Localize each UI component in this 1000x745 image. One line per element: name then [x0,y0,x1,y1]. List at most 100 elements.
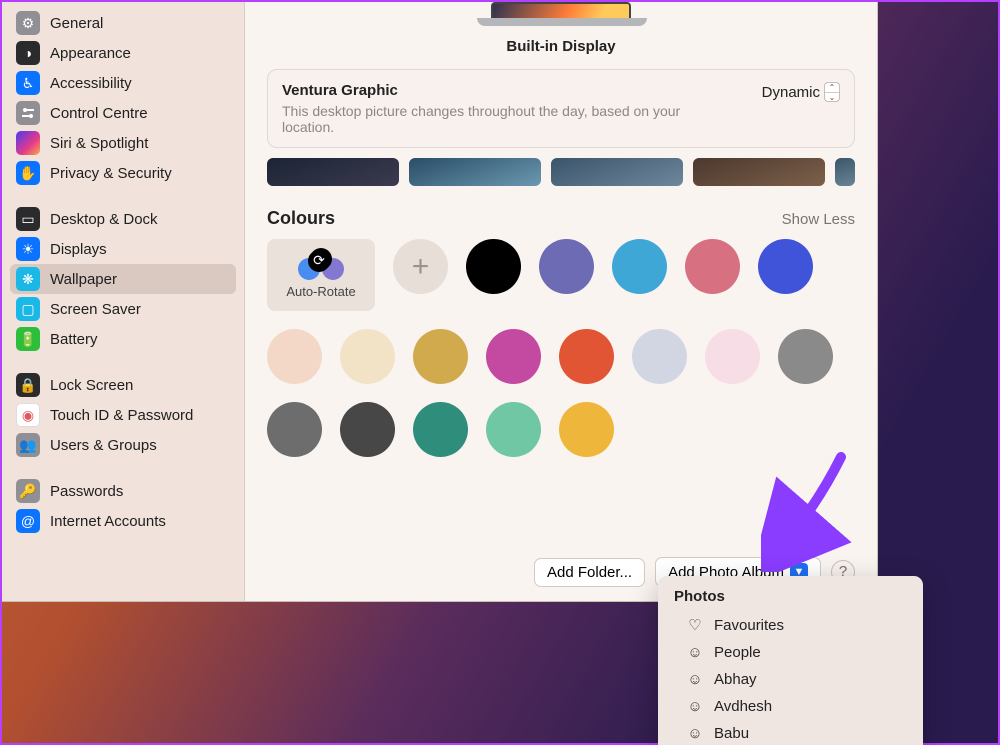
key-icon: 🔑 [16,479,40,503]
users-icon: 👥 [16,433,40,457]
colour-swatch[interactable] [340,402,395,457]
sidebar-item-desktop-dock[interactable]: ▭ Desktop & Dock [10,204,236,234]
section-title-colours: Colours [267,208,335,229]
colour-swatch[interactable] [632,329,687,384]
sidebar-item-label: Wallpaper [50,271,117,288]
display-preview [267,2,855,26]
add-folder-button[interactable]: Add Folder... [534,558,645,587]
colour-swatch[interactable] [705,329,760,384]
wallpaper-thumb[interactable] [409,158,541,186]
colour-swatch[interactable] [758,239,813,294]
gear-icon: ⚙ [16,11,40,35]
sidebar-item-label: Touch ID & Password [50,407,193,424]
sidebar-item-general[interactable]: ⚙ General [10,8,236,38]
menu-item-abhay[interactable]: ☺ Abhay [662,666,919,693]
auto-rotate-icon: ⟳ [308,250,330,272]
sidebar-item-label: Internet Accounts [50,513,166,530]
sidebar-item-internet-accounts[interactable]: @ Internet Accounts [10,506,236,536]
wallpaper-description: This desktop picture changes throughout … [282,103,682,135]
wallpaper-icon: ❋ [16,267,40,291]
dynamic-thumbnails [267,158,855,186]
sidebar-item-label: Control Centre [50,105,148,122]
current-wallpaper-box: Ventura Graphic This desktop picture cha… [267,69,855,148]
sidebar-item-label: Passwords [50,483,123,500]
colours-grid: ⟳ Auto-Rotate + [267,239,855,457]
sidebar-item-appearance[interactable]: ◑ Appearance [10,38,236,68]
colour-swatch[interactable] [466,239,521,294]
person-icon: ☺ [686,725,704,742]
sidebar-item-label: Appearance [50,45,131,62]
fingerprint-icon: ◉ [16,403,40,427]
colour-swatch[interactable] [559,402,614,457]
add-colour-button[interactable]: + [393,239,448,294]
sidebar-item-control-centre[interactable]: Control Centre [10,98,236,128]
colour-swatch[interactable] [413,329,468,384]
menu-item-babu[interactable]: ☺ Babu [662,720,919,745]
battery-icon: 🔋 [16,327,40,351]
person-icon: ☺ [686,671,704,688]
sidebar: ⚙ General ◑ Appearance ♿︎ Accessibility … [2,2,245,601]
colour-swatch[interactable] [559,329,614,384]
appearance-icon: ◑ [16,41,40,65]
sidebar-item-label: Lock Screen [50,377,133,394]
accessibility-icon: ♿︎ [16,71,40,95]
colour-swatch[interactable] [486,402,541,457]
sidebar-item-accessibility[interactable]: ♿︎ Accessibility [10,68,236,98]
colour-swatch[interactable] [267,402,322,457]
sidebar-item-label: Users & Groups [50,437,157,454]
annotation-arrow [761,452,861,572]
show-less-link[interactable]: Show Less [782,211,855,228]
colour-swatch[interactable] [413,402,468,457]
sidebar-item-label: Displays [50,241,107,258]
sidebar-item-displays[interactable]: ☀ Displays [10,234,236,264]
stepper-icon: ⌃⌄ [824,82,840,102]
colour-swatch[interactable] [612,239,667,294]
siri-icon [16,131,40,155]
auto-rotate-tile[interactable]: ⟳ Auto-Rotate [267,239,375,311]
wallpaper-thumb[interactable] [551,158,683,186]
sidebar-item-label: Siri & Spotlight [50,135,148,152]
sidebar-item-lock-screen[interactable]: 🔒 Lock Screen [10,370,236,400]
heart-icon: ♡ [686,616,704,634]
menu-item-favourites[interactable]: ♡ Favourites [662,611,919,639]
sidebar-item-label: Accessibility [50,75,132,92]
menu-item-people[interactable]: ☺ People [662,639,919,666]
add-photo-album-menu: Photos ♡ Favourites ☺ People ☺ Abhay ☺ A… [658,576,923,745]
sidebar-item-touch-id[interactable]: ◉ Touch ID & Password [10,400,236,430]
dock-icon: ▭ [16,207,40,231]
colour-swatch[interactable] [778,329,833,384]
hand-icon: ✋ [16,161,40,185]
sidebar-item-screen-saver[interactable]: ▢ Screen Saver [10,294,236,324]
person-icon: ☺ [686,644,704,661]
wallpaper-thumb[interactable] [835,158,855,186]
sidebar-item-label: Screen Saver [50,301,141,318]
sidebar-item-passwords[interactable]: 🔑 Passwords [10,476,236,506]
sidebar-item-label: General [50,15,103,32]
colour-swatch[interactable] [539,239,594,294]
wallpaper-thumb[interactable] [267,158,399,186]
menu-item-avdhesh[interactable]: ☺ Avdhesh [662,693,919,720]
colour-swatch[interactable] [340,329,395,384]
brightness-icon: ☀ [16,237,40,261]
sidebar-item-battery[interactable]: 🔋 Battery [10,324,236,354]
sidebar-item-wallpaper[interactable]: ❋ Wallpaper [10,264,236,294]
sliders-icon [16,101,40,125]
sidebar-item-users[interactable]: 👥 Users & Groups [10,430,236,460]
sidebar-item-label: Desktop & Dock [50,211,158,228]
sidebar-item-label: Privacy & Security [50,165,172,182]
person-icon: ☺ [686,698,704,715]
sidebar-item-label: Battery [50,331,98,348]
at-icon: @ [16,509,40,533]
colour-swatch[interactable] [267,329,322,384]
colour-swatch[interactable] [685,239,740,294]
auto-rotate-label: Auto-Rotate [286,284,355,299]
wallpaper-thumb[interactable] [693,158,825,186]
sidebar-item-siri[interactable]: Siri & Spotlight [10,128,236,158]
screensaver-icon: ▢ [16,297,40,321]
sidebar-item-privacy[interactable]: ✋ Privacy & Security [10,158,236,188]
system-settings-window: ⚙ General ◑ Appearance ♿︎ Accessibility … [2,2,878,602]
wallpaper-name: Ventura Graphic [282,82,748,99]
wallpaper-mode-select[interactable]: Dynamic ⌃⌄ [762,82,840,102]
mode-value: Dynamic [762,84,820,101]
colour-swatch[interactable] [486,329,541,384]
